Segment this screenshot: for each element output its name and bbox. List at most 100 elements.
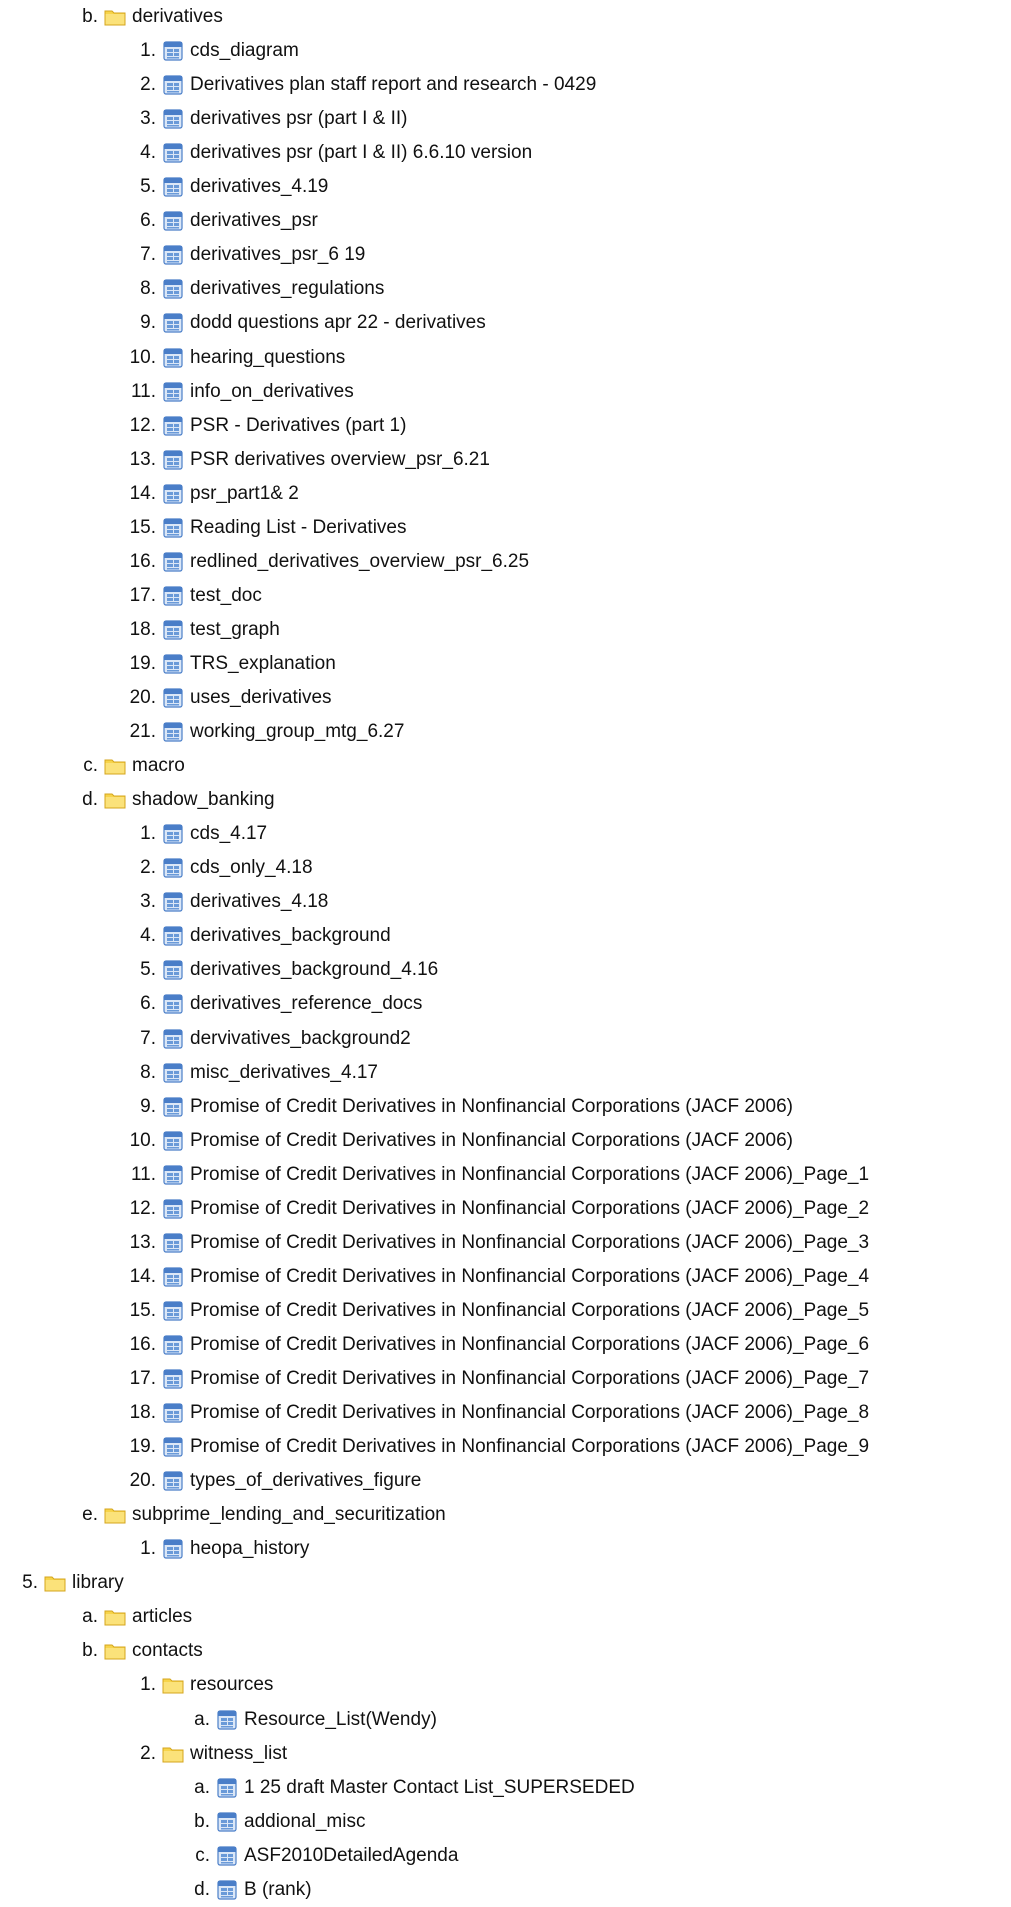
folder-label[interactable]: derivatives [132,0,223,34]
folder-icon[interactable] [104,8,126,26]
document-label[interactable]: TRS_explanation [190,647,336,681]
document-icon[interactable] [162,381,184,403]
document-label[interactable]: hearing_questions [190,341,345,375]
document-icon[interactable] [162,1130,184,1152]
folder-icon[interactable] [44,1574,66,1592]
document-label[interactable]: derivatives_reference_docs [190,987,422,1021]
document-icon[interactable] [162,993,184,1015]
document-icon[interactable] [162,1538,184,1560]
document-label[interactable]: derivatives_regulations [190,272,384,306]
document-label[interactable]: derivatives psr (part I & II) [190,102,408,136]
document-icon[interactable] [162,449,184,471]
document-icon[interactable] [162,415,184,437]
document-label[interactable]: cds_diagram [190,34,299,68]
document-icon[interactable] [162,108,184,130]
document-icon[interactable] [162,1436,184,1458]
document-label[interactable]: ASF2010DetailedAgenda [244,1839,458,1873]
document-label[interactable]: Promise of Credit Derivatives in Nonfina… [190,1158,869,1192]
document-label[interactable]: addional_misc [244,1805,365,1839]
document-label[interactable]: derivatives_background [190,919,391,953]
document-icon[interactable] [162,483,184,505]
folder-label[interactable]: library [72,1566,124,1600]
document-label[interactable]: Promise of Credit Derivatives in Nonfina… [190,1226,869,1260]
document-icon[interactable] [162,619,184,641]
folder-icon[interactable] [162,1676,184,1694]
document-label[interactable]: Promise of Credit Derivatives in Nonfina… [190,1362,869,1396]
document-icon[interactable] [162,40,184,62]
folder-icon[interactable] [104,1506,126,1524]
document-label[interactable]: Promise of Credit Derivatives in Nonfina… [190,1192,869,1226]
document-icon[interactable] [162,74,184,96]
document-icon[interactable] [216,1879,238,1901]
document-icon[interactable] [162,278,184,300]
folder-icon[interactable] [104,1608,126,1626]
folder-icon[interactable] [104,757,126,775]
folder-label[interactable]: contacts [132,1634,203,1668]
document-label[interactable]: cds_only_4.18 [190,851,313,885]
document-icon[interactable] [162,1232,184,1254]
document-icon[interactable] [216,1845,238,1867]
document-label[interactable]: PSR - Derivatives (part 1) [190,409,406,443]
document-label[interactable]: uses_derivatives [190,681,332,715]
document-icon[interactable] [216,1709,238,1731]
folder-label[interactable]: subprime_lending_and_securitization [132,1498,446,1532]
document-label[interactable]: derivatives_psr [190,204,318,238]
document-icon[interactable] [162,823,184,845]
document-icon[interactable] [162,1266,184,1288]
document-label[interactable]: Derivatives plan staff report and resear… [190,68,596,102]
document-label[interactable]: Promise of Credit Derivatives in Nonfina… [190,1396,869,1430]
document-label[interactable]: test_graph [190,613,280,647]
document-label[interactable]: Promise of Credit Derivatives in Nonfina… [190,1260,869,1294]
document-label[interactable]: Promise of Credit Derivatives in Nonfina… [190,1328,869,1362]
folder-icon[interactable] [104,791,126,809]
document-icon[interactable] [162,1470,184,1492]
document-label[interactable]: types_of_derivatives_figure [190,1464,421,1498]
document-icon[interactable] [162,925,184,947]
document-label[interactable]: derivatives_psr_6 19 [190,238,365,272]
document-label[interactable]: Reading List - Derivatives [190,511,406,545]
document-label[interactable]: PSR derivatives overview_psr_6.21 [190,443,490,477]
document-label[interactable]: test_doc [190,579,262,613]
document-icon[interactable] [162,1198,184,1220]
document-icon[interactable] [162,1062,184,1084]
document-label[interactable]: psr_part1& 2 [190,477,299,511]
document-icon[interactable] [162,1028,184,1050]
document-label[interactable]: Promise of Credit Derivatives in Nonfina… [190,1430,869,1464]
document-label[interactable]: Resource_List(Wendy) [244,1703,437,1737]
document-label[interactable]: Promise of Credit Derivatives in Nonfina… [190,1294,869,1328]
document-icon[interactable] [162,1402,184,1424]
document-label[interactable]: misc_derivatives_4.17 [190,1056,378,1090]
document-icon[interactable] [162,1334,184,1356]
document-icon[interactable] [162,1164,184,1186]
document-label[interactable]: B (rank) [244,1873,312,1907]
document-label[interactable]: info_on_derivatives [190,375,354,409]
document-icon[interactable] [162,891,184,913]
document-label[interactable]: Promise of Credit Derivatives in Nonfina… [190,1124,793,1158]
document-label[interactable]: derivatives_4.18 [190,885,328,919]
document-icon[interactable] [162,857,184,879]
document-label[interactable]: derivatives_background_4.16 [190,953,438,987]
document-icon[interactable] [162,1096,184,1118]
folder-icon[interactable] [162,1745,184,1763]
document-icon[interactable] [162,517,184,539]
document-icon[interactable] [162,687,184,709]
document-label[interactable]: derivatives psr (part I & II) 6.6.10 ver… [190,136,532,170]
document-icon[interactable] [162,176,184,198]
document-icon[interactable] [162,312,184,334]
document-icon[interactable] [162,959,184,981]
document-label[interactable]: cds_4.17 [190,817,267,851]
document-label[interactable]: working_group_mtg_6.27 [190,715,404,749]
document-label[interactable]: derivatives_4.19 [190,170,328,204]
document-icon[interactable] [162,210,184,232]
folder-icon[interactable] [104,1642,126,1660]
document-label[interactable]: Promise of Credit Derivatives in Nonfina… [190,1090,793,1124]
folder-label[interactable]: macro [132,749,185,783]
folder-label[interactable]: witness_list [190,1737,287,1771]
document-icon[interactable] [216,1811,238,1833]
document-label[interactable]: 1 25 draft Master Contact List_SUPERSEDE… [244,1771,635,1805]
document-icon[interactable] [162,142,184,164]
document-icon[interactable] [162,551,184,573]
document-label[interactable]: redlined_derivatives_overview_psr_6.25 [190,545,529,579]
folder-label[interactable]: shadow_banking [132,783,275,817]
document-label[interactable]: heopa_history [190,1532,309,1566]
